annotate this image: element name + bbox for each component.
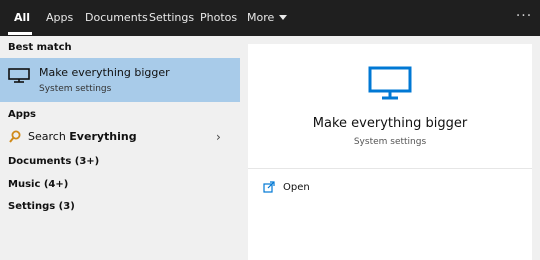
best-match-header: Best match xyxy=(8,42,72,53)
search-query: Everything xyxy=(69,130,137,143)
results-pane: Best match Make everything bigger System… xyxy=(0,36,240,260)
tab-all[interactable]: All xyxy=(14,0,30,36)
search-web-label: Search Everything xyxy=(28,130,137,143)
tab-more[interactable]: More xyxy=(247,0,288,36)
tab-more-label: More xyxy=(247,11,275,24)
tab-apps[interactable]: Apps xyxy=(46,0,73,36)
open-icon xyxy=(263,181,275,193)
open-action[interactable]: Open xyxy=(283,182,310,193)
detail-pane: Make everything bigger System settings O… xyxy=(248,44,532,260)
best-match-title: Make everything bigger xyxy=(39,66,170,79)
detail-subtitle: System settings xyxy=(353,137,427,147)
divider xyxy=(248,168,532,169)
search-prefix: Search xyxy=(28,130,70,143)
ellipsis-icon[interactable]: ··· xyxy=(512,0,536,36)
tab-documents[interactable]: Documents xyxy=(85,0,148,36)
chevron-right-icon[interactable]: › xyxy=(216,130,221,144)
search-scope-bar: All Apps Documents Settings Photos More … xyxy=(0,0,540,36)
tab-settings[interactable]: Settings xyxy=(149,0,194,36)
monitor-icon xyxy=(368,66,412,100)
detail-title: Make everything bigger xyxy=(312,116,468,131)
apps-header: Apps xyxy=(8,109,37,120)
monitor-icon xyxy=(8,68,30,83)
search-web-result[interactable]: Search Everything › xyxy=(0,127,240,147)
best-match-result[interactable]: Make everything bigger System settings xyxy=(0,58,240,102)
category-music[interactable]: Music (4+) xyxy=(8,179,68,190)
best-match-subtitle: System settings xyxy=(39,84,112,94)
chevron-down-icon xyxy=(279,15,288,20)
category-settings[interactable]: Settings (3) xyxy=(8,201,75,212)
active-tab-indicator xyxy=(8,32,32,35)
search-icon xyxy=(9,130,21,143)
category-documents[interactable]: Documents (3+) xyxy=(8,156,99,167)
tab-photos[interactable]: Photos xyxy=(200,0,237,36)
